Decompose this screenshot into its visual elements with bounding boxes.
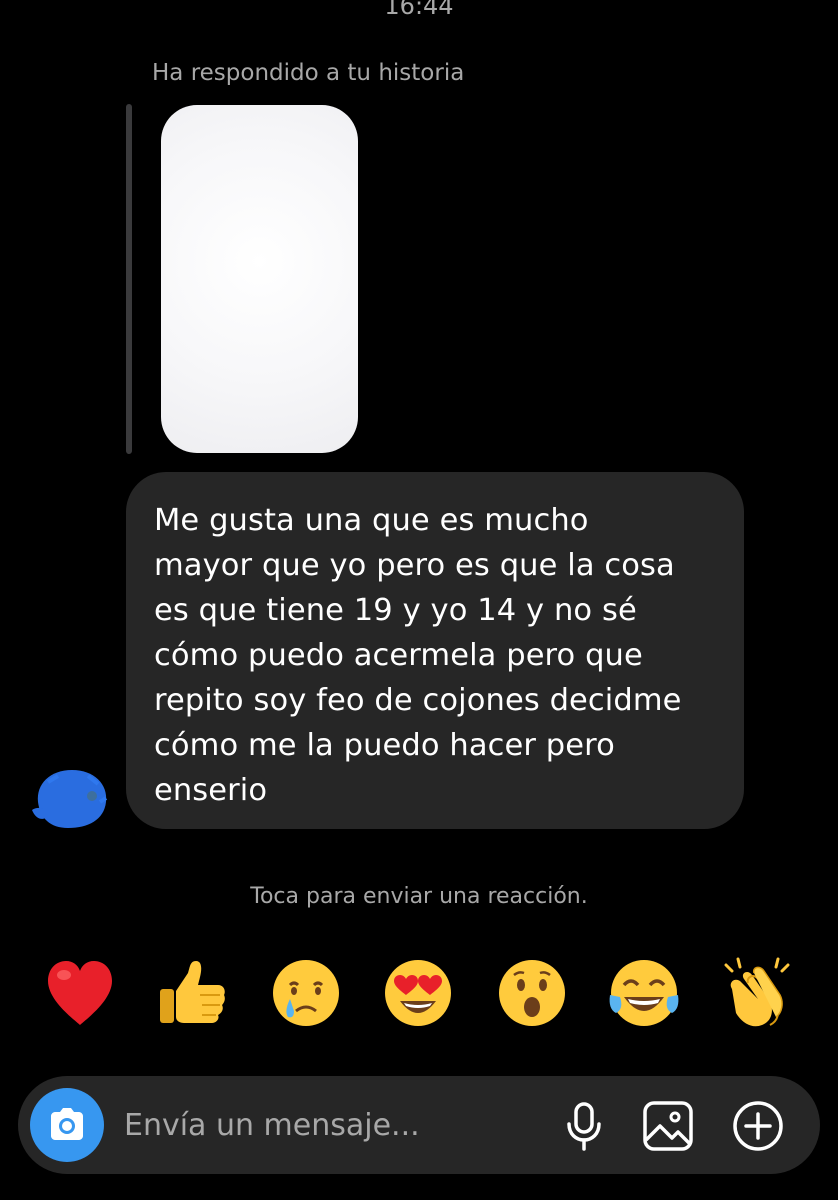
clapping-hands-icon[interactable]: [718, 955, 794, 1031]
surprised-face-icon[interactable]: [494, 955, 570, 1031]
story-thumbnail[interactable]: [161, 105, 358, 453]
message-timestamp: 16:44: [384, 0, 454, 20]
reply-indicator-bar: [126, 104, 132, 454]
message-text: Me gusta una que es mucho mayor que yo p…: [154, 503, 682, 808]
microphone-icon[interactable]: [558, 1100, 610, 1152]
camera-button[interactable]: [30, 1088, 104, 1162]
avatar[interactable]: [28, 762, 110, 832]
tears-of-joy-face-icon[interactable]: [606, 955, 682, 1031]
avatar-scribble-icon: [32, 770, 108, 828]
red-heart-icon[interactable]: [42, 955, 118, 1031]
camera-icon: [51, 1108, 83, 1140]
crying-face-icon[interactable]: [268, 955, 344, 1031]
story-reply-label: Ha respondido a tu historia: [152, 60, 465, 86]
message-input[interactable]: [124, 1102, 544, 1148]
reaction-bar: [40, 955, 810, 1035]
heart-eyes-face-icon[interactable]: [380, 955, 456, 1031]
plus-circle-icon[interactable]: [732, 1100, 784, 1152]
message-composer: [18, 1076, 820, 1174]
thumbs-up-icon[interactable]: [154, 955, 230, 1031]
reaction-hint: Toca para enviar una reacción.: [250, 884, 588, 909]
message-bubble[interactable]: Me gusta una que es mucho mayor que yo p…: [126, 472, 744, 829]
gallery-icon[interactable]: [642, 1100, 694, 1152]
